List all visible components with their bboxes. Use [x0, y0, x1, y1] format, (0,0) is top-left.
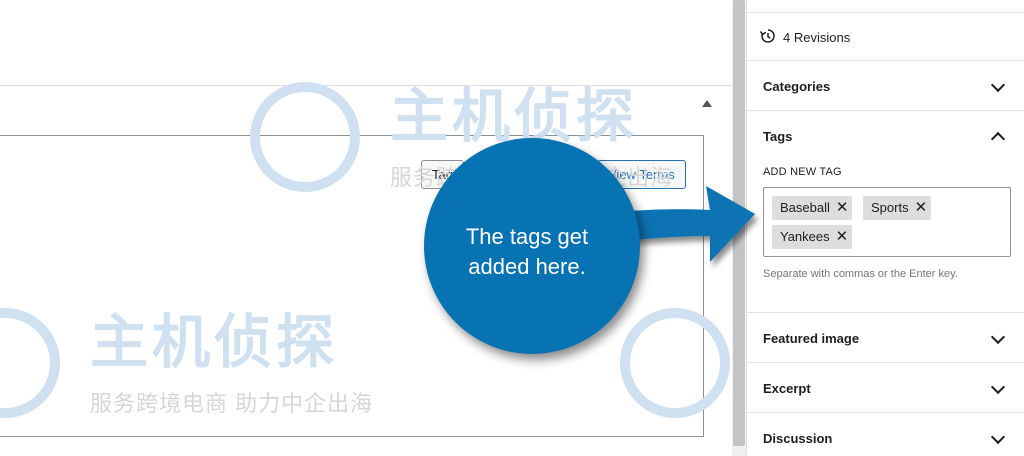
panel-title: Categories	[763, 79, 831, 94]
chevron-up-icon[interactable]	[990, 131, 1006, 147]
close-icon[interactable]: ✕	[915, 196, 928, 220]
panel-title[interactable]: Tags	[763, 129, 792, 144]
tag-token-label: Yankees	[780, 229, 830, 244]
chevron-down-icon[interactable]	[990, 429, 1006, 445]
tag-token: Baseball ✕	[772, 196, 853, 220]
tag-input[interactable]: Baseball ✕ Sports ✕ Yankees ✕	[763, 187, 1011, 257]
chevron-down-icon[interactable]	[990, 379, 1006, 395]
panel-discussion[interactable]: Discussion	[747, 412, 1024, 456]
callout-line: The tags get	[465, 224, 589, 249]
close-icon[interactable]: ✕	[836, 225, 849, 249]
tag-token: Sports ✕	[863, 196, 932, 220]
close-icon[interactable]: ✕	[836, 196, 849, 220]
revisions-row[interactable]: 4 Revisions	[747, 12, 1024, 60]
tag-token: Yankees ✕	[772, 225, 853, 249]
panel-title: Featured image	[763, 331, 860, 346]
panel-excerpt[interactable]: Excerpt	[747, 362, 1024, 412]
panel-categories[interactable]: Categories	[747, 60, 1024, 110]
tag-token-label: Baseball	[780, 200, 830, 215]
tag-token-label: Sports	[871, 200, 909, 215]
collapse-arrow-icon[interactable]	[702, 100, 712, 107]
panel-title: Excerpt	[763, 381, 811, 396]
chevron-down-icon[interactable]	[990, 77, 1006, 93]
panel-title: Discussion	[763, 431, 833, 446]
callout-line: added here.	[468, 254, 586, 279]
history-icon	[759, 29, 775, 43]
chevron-down-icon[interactable]	[990, 329, 1006, 345]
callout-bubble: The tags get added here.	[424, 138, 640, 354]
divider	[0, 85, 732, 86]
panel-featured-image[interactable]: Featured image	[747, 312, 1024, 362]
revisions-label: 4 Revisions	[783, 30, 851, 45]
tag-help-text: Separate with commas or the Enter key.	[763, 268, 958, 280]
callout-text: The tags get added here.	[424, 222, 630, 282]
settings-sidebar: 4 Revisions Categories Tags ADD NEW TAG …	[746, 0, 1024, 456]
